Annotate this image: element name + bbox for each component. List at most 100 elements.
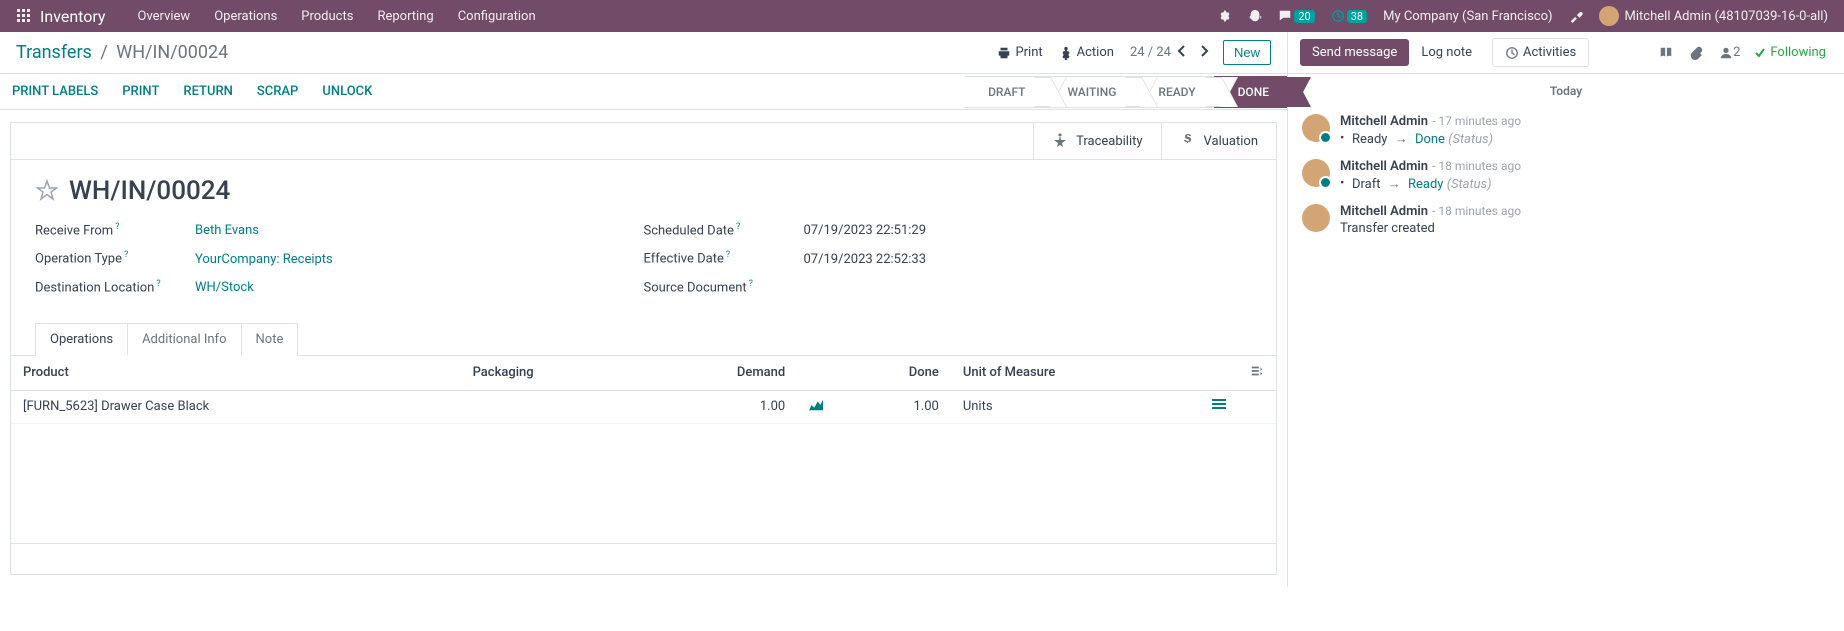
brand[interactable]: Inventory	[40, 7, 106, 26]
destination-label: Destination Location?	[35, 279, 195, 295]
message-time: - 18 minutes ago	[1432, 159, 1521, 173]
apps-icon[interactable]	[16, 8, 32, 24]
table-row[interactable]: [FURN_5623] Drawer Case Black 1.00 1.00 …	[11, 390, 1276, 423]
receive-from-value[interactable]: Beth Evans	[195, 223, 259, 238]
pager: 24 / 24	[1130, 45, 1215, 61]
message: Mitchell Admin - 18 minutes ago Draft → …	[1288, 153, 1844, 198]
cell-done: 1.00	[835, 390, 951, 423]
nav-reporting[interactable]: Reporting	[365, 9, 445, 24]
followers-count[interactable]: 2	[1711, 45, 1748, 60]
debug-icon[interactable]	[1210, 9, 1240, 23]
arrow-icon: →	[1388, 177, 1401, 192]
message-author[interactable]: Mitchell Admin	[1340, 204, 1428, 219]
message: Mitchell Admin - 17 minutes ago Ready → …	[1288, 108, 1844, 153]
message-author[interactable]: Mitchell Admin	[1340, 159, 1428, 174]
action-menu[interactable]: Action	[1051, 41, 1122, 64]
print-labels-button[interactable]: PRINT LABELS	[0, 74, 110, 109]
effective-label: Effective Date?	[644, 250, 804, 266]
avatar-icon[interactable]	[1302, 159, 1330, 187]
chatter-tabs: Send message Log note Activities 2 Follo…	[1288, 32, 1844, 74]
unlock-button[interactable]: UNLOCK	[310, 74, 384, 109]
print-button[interactable]: PRINT	[110, 74, 171, 109]
avatar-icon[interactable]	[1302, 114, 1330, 142]
actionbar: PRINT LABELS PRINT RETURN SCRAP UNLOCK D…	[0, 74, 1287, 110]
attachment-icon[interactable]	[1681, 46, 1711, 60]
col-forecast	[797, 356, 835, 391]
forecast-icon[interactable]	[797, 390, 835, 423]
record-title: WH/IN/00024	[69, 176, 230, 206]
return-button[interactable]: RETURN	[171, 74, 245, 109]
operations-tab-content: Product Packaging Demand Done Unit of Me…	[11, 355, 1276, 574]
favorite-star-icon[interactable]	[35, 179, 59, 203]
form-sheet: Traceability Valuation WH/IN/00024 Recei…	[10, 122, 1277, 575]
company-switcher[interactable]: My Company (San Francisco)	[1375, 9, 1560, 24]
message-time: - 17 minutes ago	[1432, 114, 1521, 128]
scrap-button[interactable]: SCRAP	[245, 74, 310, 109]
statusbar: DRAFT WAITING READY DONE	[964, 76, 1287, 108]
breadcrumb-root[interactable]: Transfers	[16, 42, 92, 63]
user-menu[interactable]: Mitchell Admin (48107039-16-0-all)	[1591, 6, 1836, 26]
col-options[interactable]	[1238, 356, 1276, 391]
message: Mitchell Admin - 18 minutes ago Transfer…	[1288, 198, 1844, 242]
arrow-icon: →	[1395, 132, 1408, 147]
nav-configuration[interactable]: Configuration	[446, 9, 548, 24]
nav-products[interactable]: Products	[289, 9, 365, 24]
log-note-button[interactable]: Log note	[1409, 39, 1484, 66]
cell-uom: Units	[951, 390, 1200, 423]
col-done[interactable]: Done	[835, 356, 951, 391]
traceability-button[interactable]: Traceability	[1033, 123, 1160, 159]
destination-value[interactable]: WH/Stock	[195, 280, 254, 295]
valuation-button[interactable]: Valuation	[1161, 123, 1276, 159]
col-demand[interactable]: Demand	[643, 356, 798, 391]
breadcrumb-current: WH/IN/00024	[116, 42, 228, 63]
tools-icon[interactable]	[1561, 9, 1591, 23]
source-label: Source Document?	[644, 279, 804, 295]
chatter: Send message Log note Activities 2 Follo…	[1287, 32, 1844, 587]
avatar-icon[interactable]	[1302, 204, 1330, 232]
user-name: Mitchell Admin (48107039-16-0-all)	[1625, 9, 1828, 24]
breadcrumb: Transfers / WH/IN/00024	[16, 42, 228, 63]
tabs: Operations Additional Info Note	[11, 323, 1276, 356]
nav-operations[interactable]: Operations	[202, 9, 289, 24]
book-icon[interactable]	[1651, 46, 1681, 60]
col-uom[interactable]: Unit of Measure	[951, 356, 1200, 391]
topbar: Inventory Overview Operations Products R…	[0, 0, 1844, 32]
pager-next[interactable]	[1193, 45, 1215, 61]
controlbar: Transfers / WH/IN/00024 Print Action 24 …	[0, 32, 1287, 74]
cell-product: [FURN_5623] Drawer Case Black	[11, 390, 461, 423]
tab-note[interactable]: Note	[241, 323, 299, 356]
avatar-icon	[1599, 6, 1619, 26]
new-button[interactable]: New	[1223, 40, 1271, 65]
nav-overview[interactable]: Overview	[126, 9, 203, 24]
pager-text[interactable]: 24 / 24	[1130, 45, 1171, 60]
button-box: Traceability Valuation	[11, 123, 1276, 160]
messages-icon[interactable]: 20	[1270, 9, 1322, 23]
today-separator: Today	[1288, 84, 1844, 98]
col-detail	[1200, 356, 1238, 391]
operation-type-value[interactable]: YourCompany: Receipts	[195, 252, 333, 267]
support-icon[interactable]	[1240, 9, 1270, 23]
col-packaging[interactable]: Packaging	[461, 356, 643, 391]
tab-operations[interactable]: Operations	[35, 323, 128, 356]
following-button[interactable]: Following	[1748, 45, 1832, 60]
activities-icon[interactable]: 38	[1323, 9, 1375, 23]
status-draft[interactable]: DRAFT	[964, 76, 1043, 108]
message-text: Transfer created	[1340, 221, 1830, 236]
cell-demand: 1.00	[643, 390, 798, 423]
message-author[interactable]: Mitchell Admin	[1340, 114, 1428, 129]
activities-badge: 38	[1347, 10, 1367, 23]
col-product[interactable]: Product	[11, 356, 461, 391]
effective-value: 07/19/2023 22:52:33	[804, 252, 927, 267]
scheduled-label: Scheduled Date?	[644, 222, 804, 238]
messages-badge: 20	[1294, 10, 1314, 23]
operations-table: Product Packaging Demand Done Unit of Me…	[11, 356, 1276, 424]
tab-additional[interactable]: Additional Info	[127, 323, 241, 356]
send-message-button[interactable]: Send message	[1300, 39, 1409, 66]
detail-icon[interactable]	[1200, 390, 1238, 423]
operation-type-label: Operation Type?	[35, 250, 195, 266]
pager-prev[interactable]	[1171, 45, 1193, 61]
message-time: - 18 minutes ago	[1432, 204, 1521, 218]
activities-button[interactable]: Activities	[1492, 38, 1589, 67]
print-menu[interactable]: Print	[989, 41, 1050, 64]
scheduled-value: 07/19/2023 22:51:29	[804, 223, 927, 238]
